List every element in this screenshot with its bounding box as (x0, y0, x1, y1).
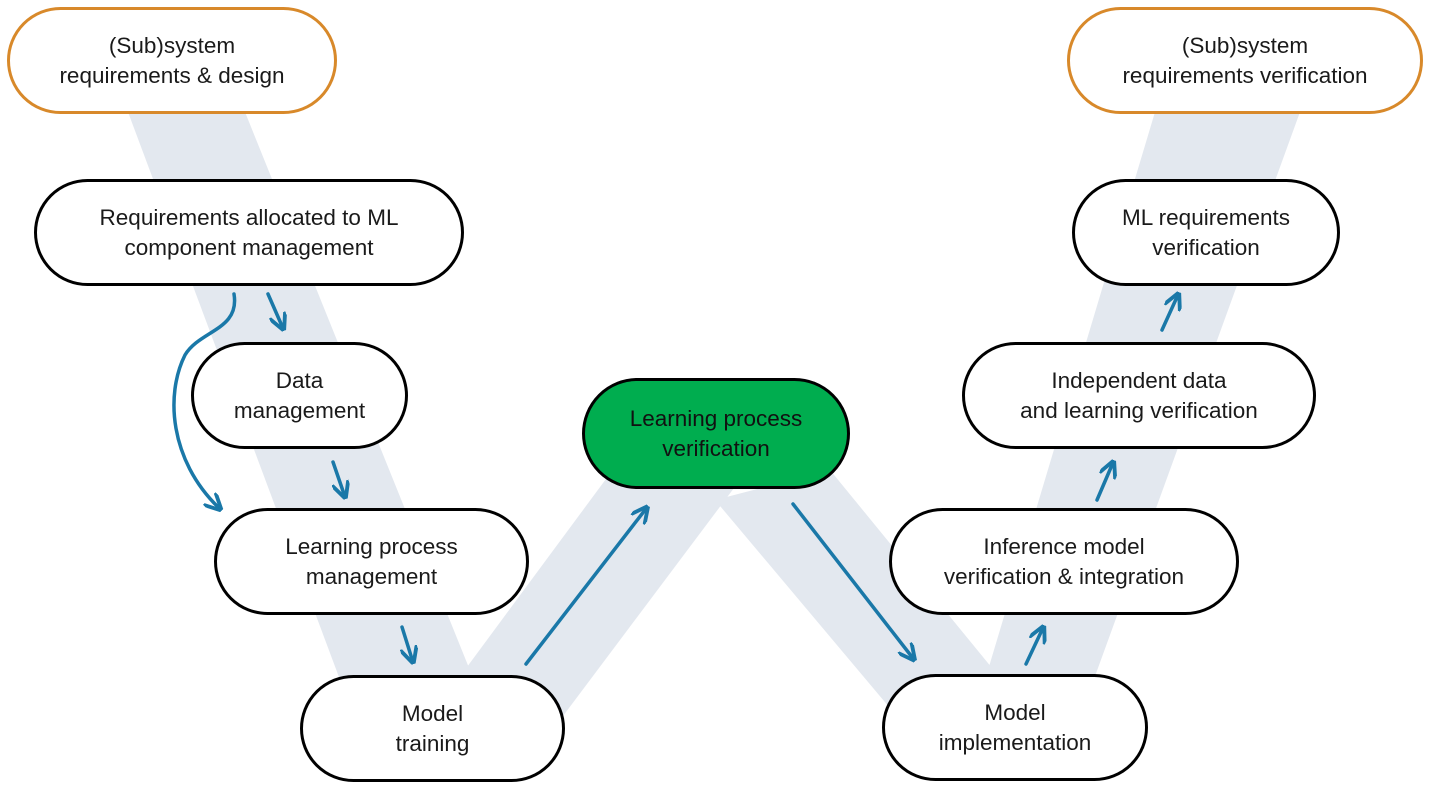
node-label-line: component management (124, 234, 374, 260)
node-label-line: Model (984, 699, 1046, 725)
node-label-line: Inference model (983, 533, 1145, 559)
node-model-training: Model training (300, 675, 565, 782)
node-label-line: Requirements allocated to ML (99, 204, 399, 230)
node-learning-process-verification: Learning process verification (582, 378, 850, 489)
node-label-line: (Sub)system (1181, 32, 1309, 58)
node-label-line: verification (1152, 234, 1260, 260)
node-ml-requirements-verification: ML requirements verification (1072, 179, 1340, 286)
node-label-line: requirements & design (59, 62, 285, 88)
node-label-line: ML requirements (1122, 204, 1290, 230)
node-label-line: Data (275, 367, 324, 393)
node-data-management: Data management (191, 342, 408, 449)
node-model-implementation: Model implementation (882, 674, 1148, 781)
node-label-line: verification (662, 435, 770, 461)
node-label-line: management (233, 397, 366, 423)
node-label-line: verification & integration (943, 563, 1185, 589)
node-label-line: and learning verification (1020, 397, 1258, 423)
node-label-line: implementation (938, 729, 1092, 755)
node-subsystem-requirements-verification: (Sub)system requirements verification (1067, 7, 1423, 114)
node-label-line: requirements verification (1122, 62, 1368, 88)
node-label-line: training (395, 730, 470, 756)
node-label-line: (Sub)system (108, 32, 236, 58)
node-learning-process-management: Learning process management (214, 508, 529, 615)
node-label-line: management (305, 563, 438, 589)
node-requirements-allocated: Requirements allocated to ML component m… (34, 179, 464, 286)
node-subsystem-requirements-design: (Sub)system requirements & design (7, 7, 337, 114)
node-label-line: Independent data (1051, 367, 1227, 393)
node-label-line: Model (401, 700, 464, 726)
node-label-line: Learning process (629, 405, 803, 431)
node-label-line: Learning process (285, 533, 458, 559)
node-inference-model-verification: Inference model verification & integrati… (889, 508, 1239, 615)
node-independent-verification: Independent data and learning verificati… (962, 342, 1316, 449)
